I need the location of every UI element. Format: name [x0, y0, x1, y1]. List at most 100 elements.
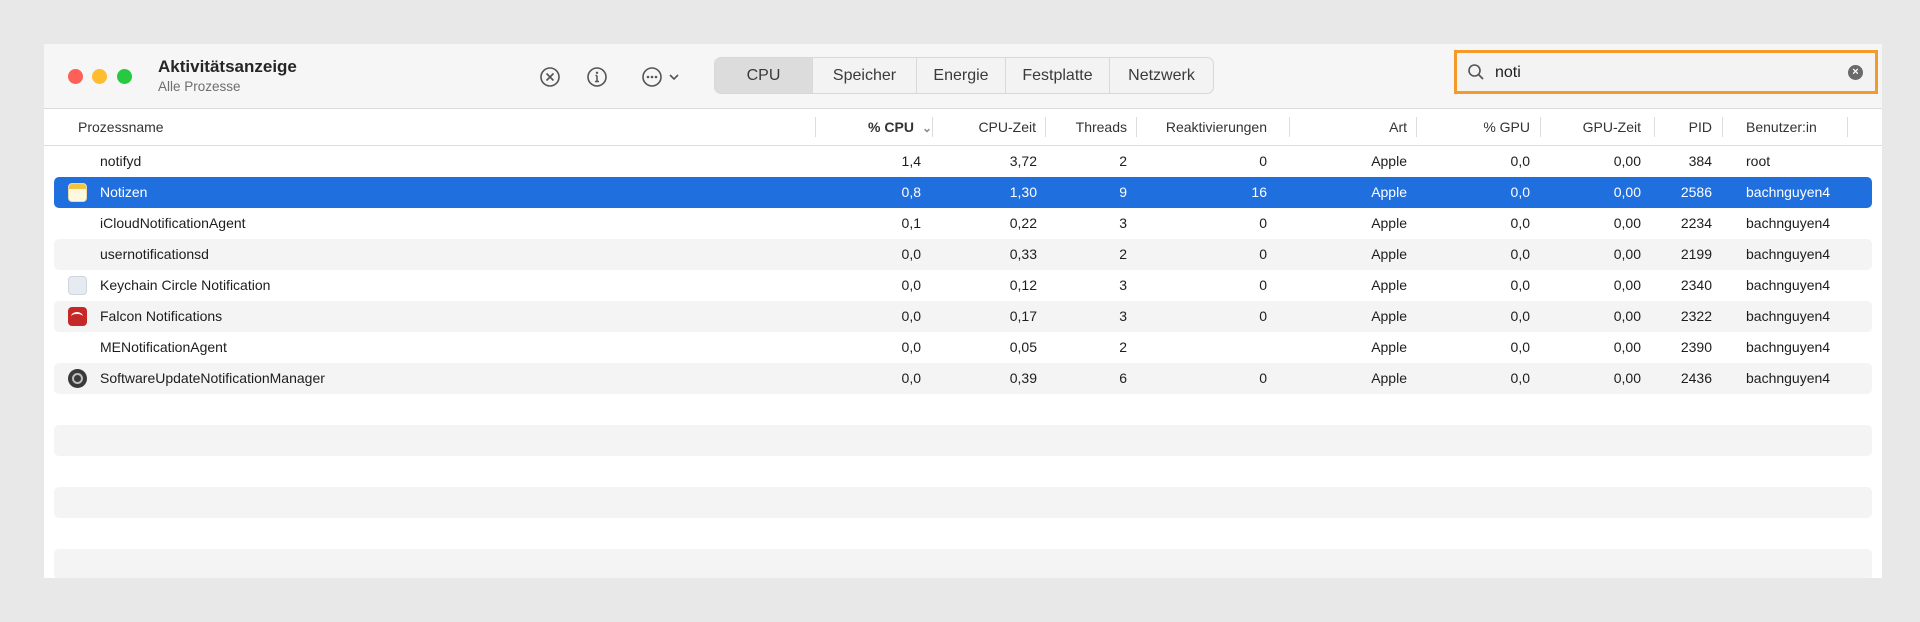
empty-row [54, 425, 1872, 456]
column-header-gpu-time[interactable]: GPU-Zeit [1541, 109, 1641, 145]
process-name: MENotificationAgent [100, 339, 227, 355]
pid: 2436 [1680, 370, 1712, 386]
process-name: Falcon Notifications [100, 308, 223, 324]
gpu-time: 0,00 [1613, 215, 1641, 231]
table-row[interactable]: MENotificationAgent 0,0 0,05 2 Apple 0,0… [54, 332, 1872, 363]
column-header-kind[interactable]: Art [1290, 109, 1407, 145]
gpu-percent: 0,0 [1510, 153, 1530, 169]
gpu-time: 0,00 [1613, 370, 1641, 386]
column-header-cpu[interactable]: % CPU ⌄ [818, 109, 932, 145]
info-icon[interactable] [586, 66, 608, 88]
process-name: Keychain Circle Notification [100, 277, 271, 293]
keychain-icon [68, 276, 87, 295]
column-divider [1721, 117, 1723, 137]
column-header-wakeups[interactable]: Reaktivierungen [1137, 109, 1267, 145]
cpu-time: 0,05 [1009, 339, 1037, 355]
table-row[interactable]: notifyd 1,4 3,72 2 0 Apple 0,0 0,00 384 … [54, 146, 1872, 177]
tab-netzwerk[interactable]: Netzwerk [1109, 58, 1213, 93]
column-header-cpu-label: % CPU [868, 119, 914, 135]
kind: Apple [1371, 153, 1407, 169]
wakeups: 0 [1259, 370, 1267, 386]
kind: Apple [1371, 370, 1407, 386]
activity-monitor-window: Aktivitätsanzeige Alle Prozesse CPU Spei… [44, 44, 1882, 578]
gpu-time: 0,00 [1613, 277, 1641, 293]
software-update-gear-icon [68, 369, 87, 388]
table-row-selected[interactable]: Notizen 0,8 1,30 9 16 Apple 0,0 0,00 258… [54, 177, 1872, 208]
column-header-user[interactable]: Benutzer:in [1746, 109, 1817, 145]
wakeups: 0 [1259, 246, 1267, 262]
column-header-threads[interactable]: Threads [1046, 109, 1127, 145]
kind: Apple [1371, 215, 1407, 231]
empty-row [54, 549, 1872, 578]
threads: 3 [1119, 215, 1127, 231]
search-input[interactable] [1493, 60, 1837, 86]
minimize-window-button[interactable] [92, 69, 107, 84]
wakeups: 0 [1259, 215, 1267, 231]
tab-festplatte[interactable]: Festplatte [1005, 58, 1109, 93]
cpu-percent: 0,0 [901, 370, 921, 386]
threads: 3 [1119, 308, 1127, 324]
kind: Apple [1371, 308, 1407, 324]
cpu-time: 0,12 [1009, 277, 1037, 293]
table-row[interactable]: Keychain Circle Notification 0,0 0,12 3 … [54, 270, 1872, 301]
user: bachnguyen4 [1746, 370, 1831, 386]
user: bachnguyen4 [1746, 308, 1831, 324]
app-title: Aktivitätsanzeige [158, 57, 297, 76]
cpu-percent: 0,1 [901, 215, 921, 231]
threads: 3 [1119, 277, 1127, 293]
kind: Apple [1371, 277, 1407, 293]
cpu-percent: 0,0 [901, 339, 921, 355]
kind: Apple [1371, 339, 1407, 355]
tab-speicher[interactable]: Speicher [812, 58, 916, 93]
column-header-gpu[interactable]: % GPU [1417, 109, 1530, 145]
pid: 2390 [1680, 339, 1712, 355]
threads: 2 [1119, 339, 1127, 355]
search-icon [1467, 63, 1485, 81]
table-row[interactable]: SoftwareUpdateNotificationManager 0,0 0,… [54, 363, 1872, 394]
pid: 2322 [1680, 308, 1712, 324]
cpu-time: 0,33 [1009, 246, 1037, 262]
column-header-name[interactable]: Prozessname [78, 109, 164, 145]
clear-search-icon[interactable]: × [1848, 65, 1863, 80]
pid: 2234 [1680, 215, 1712, 231]
wakeups [1137, 332, 1267, 363]
cpu-time: 0,17 [1009, 308, 1037, 324]
cpu-percent: 0,0 [901, 308, 921, 324]
wakeups: 16 [1251, 184, 1267, 200]
zoom-window-button[interactable] [117, 69, 132, 84]
column-header-cpu-time[interactable]: CPU-Zeit [934, 109, 1036, 145]
process-name: notifyd [100, 153, 142, 169]
wakeups: 0 [1259, 277, 1267, 293]
column-header-pid[interactable]: PID [1655, 109, 1712, 145]
gpu-time: 0,00 [1613, 246, 1641, 262]
kind: Apple [1371, 246, 1407, 262]
search-field[interactable]: × [1454, 50, 1878, 94]
threads: 2 [1119, 246, 1127, 262]
wakeups: 0 [1259, 308, 1267, 324]
table-row[interactable]: Falcon Notifications 0,0 0,17 3 0 Apple … [54, 301, 1872, 332]
cpu-percent: 0,0 [901, 246, 921, 262]
table-row[interactable]: usernotificationsd 0,0 0,33 2 0 Apple 0,… [54, 239, 1872, 270]
column-divider [814, 117, 816, 137]
more-actions-icon[interactable] [641, 66, 685, 88]
pid: 384 [1688, 153, 1712, 169]
user: root [1746, 153, 1771, 169]
process-name: usernotificationsd [100, 246, 209, 262]
gpu-time: 0,00 [1613, 153, 1641, 169]
pid: 2199 [1680, 246, 1712, 262]
wakeups: 0 [1259, 153, 1267, 169]
cpu-time: 1,30 [1009, 184, 1037, 200]
tab-cpu[interactable]: CPU [715, 58, 812, 93]
user: bachnguyen4 [1746, 215, 1831, 231]
threads: 9 [1119, 184, 1127, 200]
gpu-time: 0,00 [1613, 339, 1641, 355]
process-name: Notizen [100, 184, 148, 200]
stop-process-icon[interactable] [539, 66, 561, 88]
threads: 2 [1119, 153, 1127, 169]
tab-energie[interactable]: Energie [916, 58, 1005, 93]
gpu-percent: 0,0 [1510, 246, 1530, 262]
cpu-percent: 1,4 [901, 153, 921, 169]
close-window-button[interactable] [68, 69, 83, 84]
table-row[interactable]: iCloudNotificationAgent 0,1 0,22 3 0 App… [54, 208, 1872, 239]
gpu-percent: 0,0 [1510, 215, 1530, 231]
